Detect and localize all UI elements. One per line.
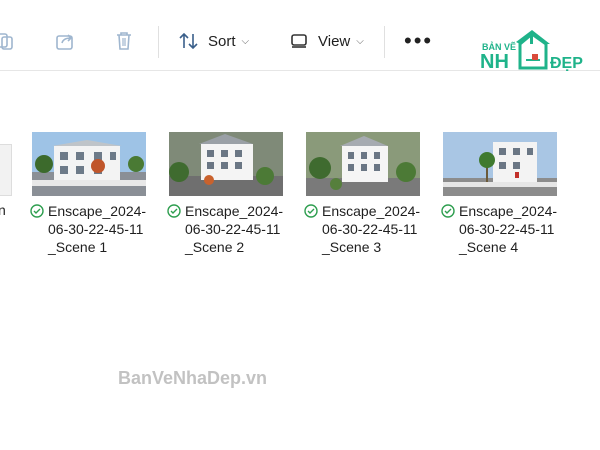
file-thumbnail: [32, 132, 146, 196]
file-name-line: Enscape_2024-: [459, 203, 558, 219]
sync-check-icon: [304, 204, 318, 222]
chevron-down-icon: ⌵: [241, 35, 250, 47]
svg-text:ĐẸP: ĐẸP: [550, 55, 583, 72]
file-name-line: 06-30-22-45-11: [322, 221, 418, 237]
site-logo: BẢN VẼ NH ĐẸP: [476, 28, 594, 74]
file-thumbnail: [169, 132, 283, 196]
view-label: View: [318, 32, 351, 50]
copy-button[interactable]: [0, 28, 18, 54]
sort-label: Sort: [208, 32, 236, 50]
sort-icon: [176, 28, 202, 54]
file-name-line: Enscape_2024-: [48, 203, 147, 219]
sync-check-icon: [30, 204, 44, 222]
file-thumbnail: [443, 132, 557, 196]
share-icon: [52, 28, 78, 54]
file-name-line: _Scene 2: [185, 239, 245, 255]
copy-icon: [0, 28, 18, 54]
svg-text:NH: NH: [480, 51, 509, 73]
sync-check-icon: [441, 204, 455, 222]
more-options-button[interactable]: •••: [404, 30, 433, 52]
toolbar-divider: [384, 26, 385, 58]
file-name-line: _Scene 4: [459, 239, 519, 255]
chevron-down-icon: ⌵: [356, 35, 364, 47]
share-button[interactable]: [52, 28, 78, 54]
command-bar: Sort ⌵ View ⌵ ••• BẢN VẼ NH ĐẸP: [0, 12, 600, 74]
watermark: BanVeNhaDep.vn: [118, 368, 268, 388]
file-name-line: 06-30-22-45-11: [459, 221, 555, 237]
sort-button[interactable]: Sort ⌵: [176, 28, 249, 54]
file-name-line: _Scene 1: [48, 239, 108, 255]
file-name-line: 06-30-22-45-11: [48, 221, 144, 237]
file-name: Enscape_2024- 06-30-22-45-11 _Scene 2: [167, 202, 301, 256]
file-name: Enscape_2024- 06-30-22-45-11 _Scene 3: [304, 202, 438, 256]
view-button[interactable]: View ⌵: [286, 28, 364, 54]
file-grid: Enscape_2024- 06-30-22-45-11 _Scene 1 En…: [0, 126, 600, 286]
file-name-line: Enscape_2024-: [322, 203, 421, 219]
file-name: Enscape_2024- 06-30-22-45-11 _Scene 4: [441, 202, 575, 256]
view-icon: [286, 28, 312, 54]
file-name-line: Enscape_2024-: [185, 203, 284, 219]
file-name-line: 06-30-22-45-11: [185, 221, 281, 237]
file-thumbnail: [306, 132, 420, 196]
toolbar-divider: [158, 26, 159, 58]
sync-check-icon: [167, 204, 181, 222]
file-name: Enscape_2024- 06-30-22-45-11 _Scene 1: [30, 202, 164, 256]
file-name-line: _Scene 3: [322, 239, 382, 255]
delete-icon: [111, 28, 137, 54]
delete-button[interactable]: [111, 28, 137, 54]
